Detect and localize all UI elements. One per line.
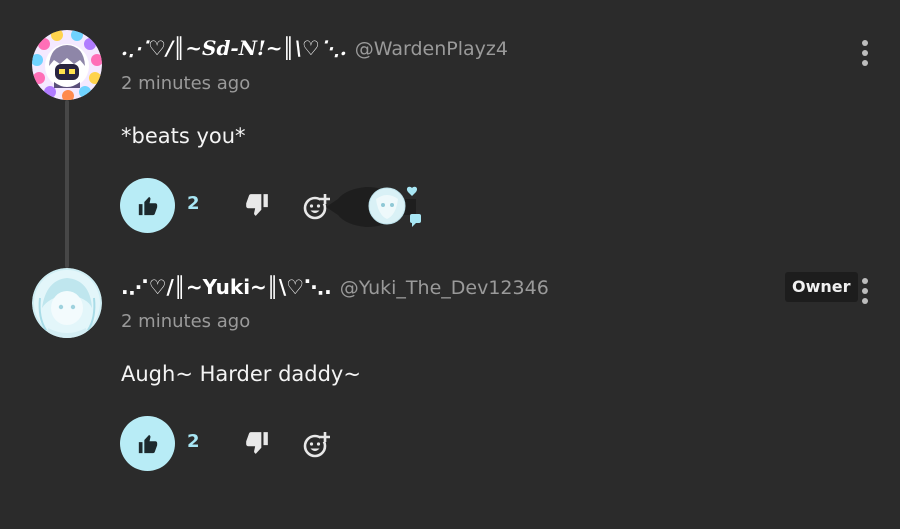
chat-bubble-icon bbox=[410, 214, 421, 223]
username-handle[interactable]: @Yuki_The_Dev12346 bbox=[340, 277, 549, 299]
timestamp: 2 minutes ago bbox=[121, 73, 251, 94]
thumbs-down-icon bbox=[246, 432, 268, 454]
like-count: 2 bbox=[187, 431, 200, 452]
display-name[interactable]: .⋰♡/║~Yuki~║\♡⋱. bbox=[121, 275, 332, 299]
heart-icon bbox=[406, 186, 418, 196]
timestamp: 2 minutes ago bbox=[121, 311, 251, 332]
kebab-menu-icon[interactable] bbox=[856, 278, 874, 304]
thumbs-up-icon bbox=[138, 196, 157, 215]
username-handle[interactable]: @WardenPlayz4 bbox=[355, 38, 508, 60]
add-reaction-icon bbox=[303, 432, 330, 458]
comment-body: *beats you* bbox=[121, 124, 246, 148]
thread-connector-line bbox=[65, 100, 69, 268]
dislike-button[interactable] bbox=[244, 192, 270, 218]
comment-body: Augh~ Harder daddy~ bbox=[121, 362, 361, 386]
thumbs-up-icon bbox=[138, 434, 157, 453]
like-button[interactable] bbox=[120, 178, 175, 233]
reaction-chip[interactable] bbox=[326, 185, 426, 229]
thumbs-down-icon bbox=[246, 194, 268, 216]
owner-badge: Owner bbox=[785, 272, 858, 302]
like-count: 2 bbox=[187, 193, 200, 214]
avatar[interactable] bbox=[32, 30, 102, 100]
like-button[interactable] bbox=[120, 416, 175, 471]
display-name[interactable]: .⋰♡/║~Sd-N!~║\♡⋱. bbox=[121, 36, 347, 60]
kebab-menu-icon[interactable] bbox=[856, 40, 874, 66]
add-reaction-button[interactable] bbox=[302, 430, 332, 460]
avatar[interactable] bbox=[32, 268, 102, 338]
dislike-button[interactable] bbox=[244, 430, 270, 456]
